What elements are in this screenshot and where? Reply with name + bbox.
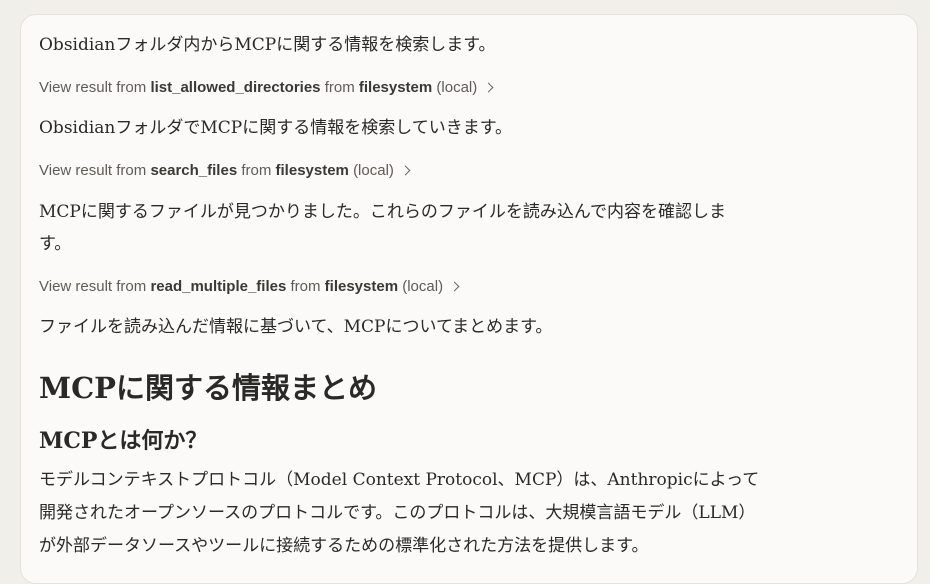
server-scope: (local) bbox=[402, 278, 444, 295]
tool-result-prefix: View result from bbox=[39, 278, 147, 295]
assistant-text: ObsidianフォルダでMCPに関する情報を検索していきます。 bbox=[39, 118, 513, 138]
chevron-right-icon bbox=[449, 281, 460, 292]
assistant-text: Obsidianフォルダ内からMCPに関する情報を検索します。 bbox=[39, 35, 496, 55]
server-scope: (local) bbox=[353, 162, 394, 179]
server-name: filesystem bbox=[358, 79, 433, 96]
summary-body-line: モデルコンテキストプロトコル（Model Context Protocol、MC… bbox=[39, 470, 760, 490]
tool-result-prefix: View result from bbox=[39, 162, 147, 179]
assistant-text: ファイルを読み込んだ情報に基づいて、MCPについてまとめます。 bbox=[39, 317, 553, 337]
summary-subheading: MCPとは何か？ bbox=[39, 428, 208, 454]
tool-result-toggle-list-allowed-directories[interactable]: View result from list_allowed_directorie… bbox=[39, 79, 494, 96]
tool-result-prefix: View result from bbox=[39, 79, 147, 96]
summary-heading: MCPに関する情報まとめ bbox=[39, 371, 377, 405]
tool-name: list_allowed_directories bbox=[150, 79, 321, 96]
tool-result-toggle-read-multiple-files[interactable]: View result from read_multiple_files fro… bbox=[39, 278, 460, 295]
summary-body-line: が外部データソースやツールに接続するための標準化された方法を提供します。 bbox=[39, 536, 649, 556]
chevron-right-icon bbox=[483, 82, 494, 93]
tool-result-from: from bbox=[290, 278, 321, 295]
tool-result-toggle-search-files[interactable]: View result from search_files from files… bbox=[39, 162, 411, 179]
tool-result-from: from bbox=[324, 79, 355, 96]
tool-name: search_files bbox=[150, 162, 238, 179]
chat-message-card: Obsidianフォルダ内からMCPに関する情報を検索します。 View res… bbox=[20, 14, 918, 584]
server-name: filesystem bbox=[324, 278, 399, 295]
assistant-text: MCPに関するファイルが見つかりました。これらのファイルを読み込んで内容を確認し… bbox=[39, 202, 727, 222]
assistant-text-continued: す。 bbox=[39, 234, 72, 254]
summary-body-line: 開発されたオープンソースのプロトコルです。このプロトコルは、大規模言語モデル（L… bbox=[39, 503, 756, 523]
server-scope: (local) bbox=[436, 79, 478, 96]
chevron-right-icon bbox=[400, 165, 411, 176]
server-name: filesystem bbox=[275, 162, 349, 179]
tool-result-from: from bbox=[241, 162, 272, 179]
tool-name: read_multiple_files bbox=[150, 278, 287, 295]
